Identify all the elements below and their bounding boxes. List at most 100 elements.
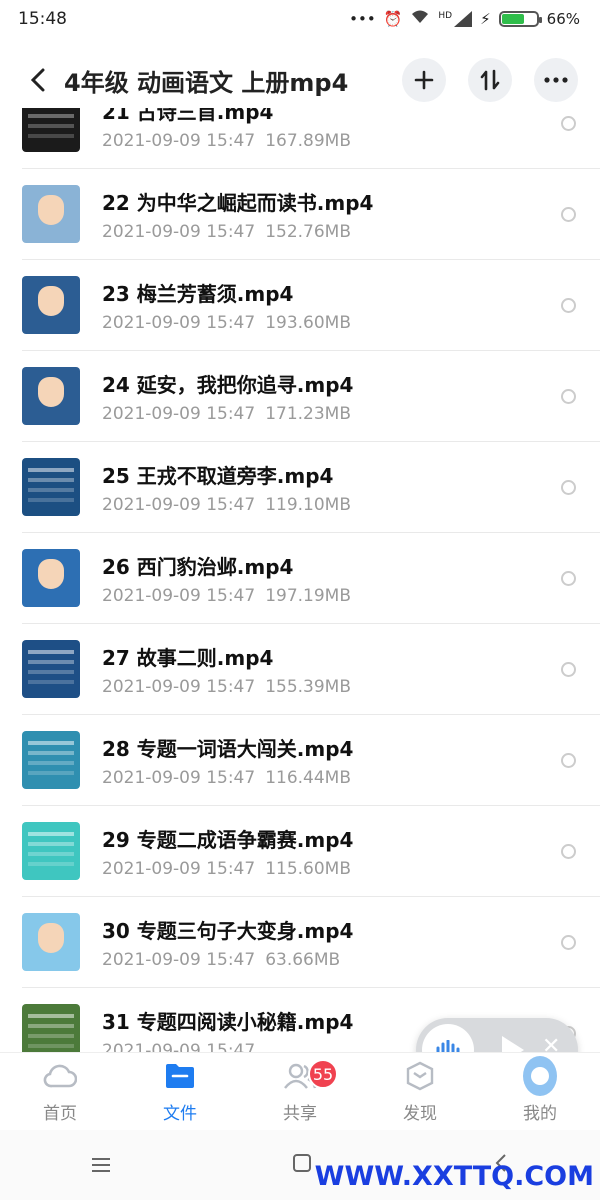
file-size: 197.19MB bbox=[265, 585, 352, 606]
file-info: 24 延安，我把你追寻.mp4 2021-09-09 15:47 171.23MB bbox=[102, 369, 561, 424]
file-date: 2021-09-09 15:47 bbox=[102, 949, 256, 970]
thumbnail-graphic bbox=[28, 468, 74, 472]
select-radio[interactable] bbox=[561, 388, 576, 404]
file-info: 30 专题三句子大变身.mp4 2021-09-09 15:47 63.66MB bbox=[102, 915, 561, 970]
file-meta: 2021-09-09 15:47 119.10MB bbox=[102, 495, 561, 515]
nav-label: 文件 bbox=[163, 1104, 197, 1124]
file-meta: 2021-09-09 15:47 155.39MB bbox=[102, 677, 561, 697]
file-name: 25 王戎不取道旁李.mp4 bbox=[102, 463, 334, 488]
select-radio[interactable] bbox=[561, 934, 576, 950]
file-size: 152.76MB bbox=[265, 221, 352, 242]
sort-icon bbox=[480, 69, 500, 91]
file-meta: 2021-09-09 15:47 152.76MB bbox=[102, 222, 561, 242]
file-name: 21 古诗三首.mp4 bbox=[102, 108, 274, 124]
nav-item-2[interactable]: 共享 55 bbox=[240, 1053, 360, 1130]
video-thumbnail bbox=[22, 913, 80, 971]
avatar-icon bbox=[523, 1056, 557, 1096]
thumbnail-graphic bbox=[38, 923, 64, 953]
page-title: 4年级 动画语文 上册mp4 bbox=[64, 68, 349, 97]
file-date: 2021-09-09 15:47 bbox=[102, 221, 256, 242]
file-row[interactable]: 28 专题一词语大闯关.mp4 2021-09-09 15:47 116.44MB bbox=[22, 715, 600, 806]
file-list[interactable]: 21 古诗三首.mp4 2021-09-09 15:47 167.89MB 22 为中… bbox=[0, 108, 600, 1052]
add-button[interactable] bbox=[402, 58, 446, 102]
file-info: 28 专题一词语大闯关.mp4 2021-09-09 15:47 116.44MB bbox=[102, 733, 561, 788]
video-thumbnail bbox=[22, 367, 80, 425]
file-date: 2021-09-09 15:47 bbox=[102, 130, 256, 151]
file-size: 119.10MB bbox=[265, 494, 352, 515]
video-thumbnail bbox=[22, 108, 80, 152]
file-info: 25 王戎不取道旁李.mp4 2021-09-09 15:47 119.10MB bbox=[102, 460, 561, 515]
plus-icon bbox=[414, 70, 434, 90]
video-thumbnail bbox=[22, 1004, 80, 1052]
file-row[interactable]: 23 梅兰芳蓄须.mp4 2021-09-09 15:47 193.60MB bbox=[22, 260, 600, 351]
select-radio[interactable] bbox=[561, 115, 576, 131]
discover-box-icon bbox=[403, 1059, 437, 1093]
file-info: 21 古诗三首.mp4 2021-09-09 15:47 167.89MB bbox=[102, 108, 561, 151]
select-radio[interactable] bbox=[561, 843, 576, 859]
select-radio[interactable] bbox=[561, 206, 576, 222]
file-name: 29 专题二成语争霸赛.mp4 bbox=[102, 827, 354, 852]
file-info: 22 为中华之崛起而读书.mp4 2021-09-09 15:47 152.76MB bbox=[102, 187, 561, 242]
system-nav: WWW.XXTTQ.COM bbox=[0, 1130, 600, 1200]
file-size: 116.44MB bbox=[265, 767, 352, 788]
alarm-icon: ⏰ bbox=[383, 10, 403, 28]
select-radio[interactable] bbox=[561, 479, 576, 495]
select-radio[interactable] bbox=[561, 570, 576, 586]
file-name: 23 梅兰芳蓄须.mp4 bbox=[102, 281, 294, 306]
cloud-icon bbox=[43, 1059, 77, 1093]
file-meta: 2021-09-09 15:47 167.89MB bbox=[102, 131, 561, 151]
nav-item-0[interactable]: 首页 bbox=[0, 1053, 120, 1130]
nav-item-3[interactable]: 发现 bbox=[360, 1053, 480, 1130]
video-thumbnail bbox=[22, 185, 80, 243]
nav-item-4[interactable]: 我的 bbox=[480, 1053, 600, 1130]
header: 4年级 动画语文 上册mp4 bbox=[0, 52, 600, 108]
home-square-icon[interactable] bbox=[292, 1151, 312, 1179]
select-radio[interactable] bbox=[561, 752, 576, 768]
back-button[interactable] bbox=[18, 60, 58, 100]
video-thumbnail bbox=[22, 549, 80, 607]
thumbnail-graphic bbox=[38, 195, 64, 225]
file-row[interactable]: 26 西门豹治邺.mp4 2021-09-09 15:47 197.19MB bbox=[22, 533, 600, 624]
select-radio[interactable] bbox=[561, 661, 576, 677]
more-button[interactable] bbox=[534, 58, 578, 102]
file-date: 2021-09-09 15:47 bbox=[102, 585, 256, 606]
file-row[interactable]: 21 古诗三首.mp4 2021-09-09 15:47 167.89MB bbox=[22, 108, 600, 169]
file-info: 27 故事二则.mp4 2021-09-09 15:47 155.39MB bbox=[102, 642, 561, 697]
folder-icon bbox=[163, 1059, 197, 1093]
nav-label: 我的 bbox=[523, 1104, 557, 1124]
thumbnail-graphic bbox=[28, 1014, 74, 1018]
file-row[interactable]: 30 专题三句子大变身.mp4 2021-09-09 15:47 63.66MB bbox=[22, 897, 600, 988]
charging-icon: ⚡ bbox=[480, 10, 491, 28]
file-meta: 2021-09-09 15:47 115.60MB bbox=[102, 859, 561, 879]
thumbnail-graphic bbox=[38, 286, 64, 316]
file-row[interactable]: 24 延安，我把你追寻.mp4 2021-09-09 15:47 171.23MB bbox=[22, 351, 600, 442]
menu-icon[interactable] bbox=[91, 1151, 111, 1179]
file-row[interactable]: 27 故事二则.mp4 2021-09-09 15:47 155.39MB bbox=[22, 624, 600, 715]
select-radio[interactable] bbox=[561, 297, 576, 313]
thumbnail-graphic bbox=[28, 741, 74, 745]
back-icon bbox=[30, 68, 45, 92]
file-list-inner: 21 古诗三首.mp4 2021-09-09 15:47 167.89MB 22 为中… bbox=[0, 108, 600, 1052]
status-time: 15:48 bbox=[18, 9, 67, 29]
notification-badge: 55 bbox=[308, 1059, 338, 1089]
status-icons: ••• ⏰ HD ⚡ 66% bbox=[349, 9, 580, 29]
file-info: 29 专题二成语争霸赛.mp4 2021-09-09 15:47 115.60MB bbox=[102, 824, 561, 879]
battery-icon bbox=[498, 11, 542, 27]
nav-label: 首页 bbox=[43, 1104, 77, 1124]
file-info: 26 西门豹治邺.mp4 2021-09-09 15:47 197.19MB bbox=[102, 551, 561, 606]
thumbnail-graphic bbox=[38, 559, 64, 589]
file-meta: 2021-09-09 15:47 63.66MB bbox=[102, 950, 561, 970]
file-row[interactable]: 22 为中华之崛起而读书.mp4 2021-09-09 15:47 152.76MB bbox=[22, 169, 600, 260]
file-date: 2021-09-09 15:47 bbox=[102, 312, 256, 333]
nav-item-1[interactable]: 文件 bbox=[120, 1053, 240, 1130]
file-name: 28 专题一词语大闯关.mp4 bbox=[102, 736, 354, 761]
video-thumbnail bbox=[22, 822, 80, 880]
file-date: 2021-09-09 15:47 bbox=[102, 767, 256, 788]
file-row[interactable]: 25 王戎不取道旁李.mp4 2021-09-09 15:47 119.10MB bbox=[22, 442, 600, 533]
sort-button[interactable] bbox=[468, 58, 512, 102]
file-meta: 2021-09-09 15:47 171.23MB bbox=[102, 404, 561, 424]
file-name: 27 故事二则.mp4 bbox=[102, 645, 274, 670]
file-date: 2021-09-09 15:47 bbox=[102, 676, 256, 697]
file-row[interactable]: 29 专题二成语争霸赛.mp4 2021-09-09 15:47 115.60MB bbox=[22, 806, 600, 897]
file-meta: 2021-09-09 15:47 197.19MB bbox=[102, 586, 561, 606]
